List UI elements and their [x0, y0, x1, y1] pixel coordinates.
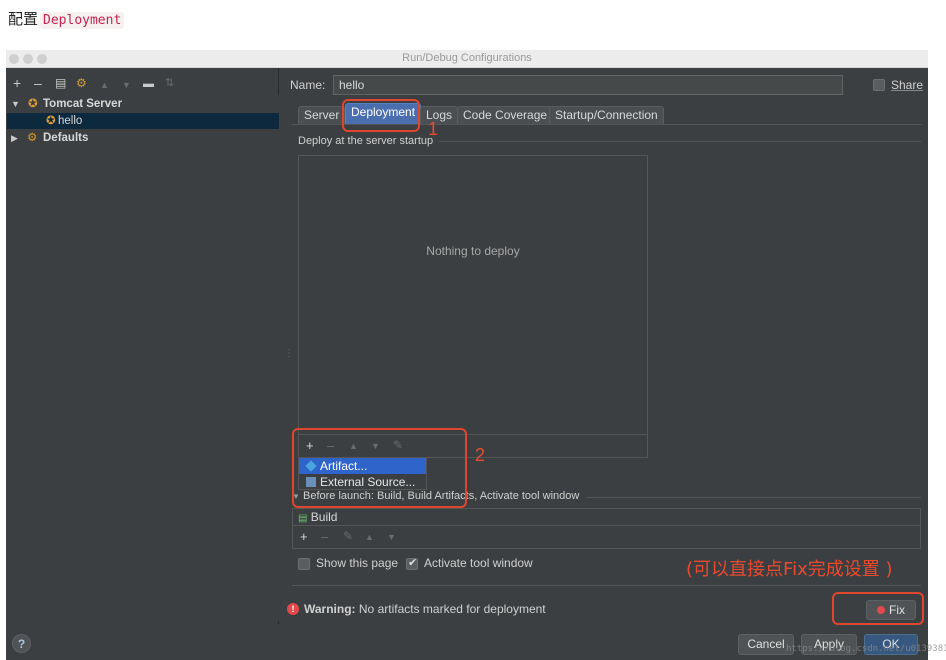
wrench-icon: ⚙: [27, 132, 38, 144]
window-titlebar: Run/Debug Configurations: [6, 50, 928, 68]
wrench-icon[interactable]: ⚙: [76, 76, 87, 90]
move-up-icon[interactable]: ▲: [365, 532, 374, 542]
doc-heading-code: Deployment: [40, 12, 125, 29]
warning-message: Warning: No artifacts marked for deploym…: [304, 602, 546, 616]
move-down-icon[interactable]: ▼: [387, 532, 396, 542]
divider: [292, 585, 921, 586]
sort-icon[interactable]: ⇅: [165, 76, 174, 90]
annotation-number-2: 2: [475, 445, 486, 465]
show-page-label: Show this page: [316, 556, 399, 570]
annotation-box-deployment-tab: [342, 99, 420, 132]
tomcat-icon: ✪: [28, 98, 38, 110]
tomcat-icon: ✪: [46, 115, 56, 127]
name-field[interactable]: hello: [333, 75, 843, 95]
before-launch-toolbar: + – ✎ ▲ ▼: [292, 526, 921, 549]
move-down-icon[interactable]: ▼: [122, 78, 131, 92]
activate-tool-window-label: Activate tool window: [424, 556, 533, 570]
share-checkbox[interactable]: [873, 79, 885, 91]
add-icon[interactable]: +: [13, 76, 21, 90]
tree-item-label: Defaults: [43, 132, 89, 144]
watermark: https://blog.csdn.net/u013938195: [786, 644, 946, 654]
warning-text: No artifacts marked for deployment: [358, 602, 546, 616]
copy-icon[interactable]: ▤: [55, 76, 66, 90]
splitter-handle[interactable]: ⋮: [284, 348, 294, 359]
annotation-note: (可以直接点Fix完成设置 ): [686, 559, 893, 580]
tree-item-label: Tomcat Server: [43, 98, 123, 110]
remove-icon[interactable]: –: [34, 76, 42, 90]
divider: [439, 141, 921, 142]
configurations-panel: + – ▤ ⚙ ▲ ▼ ▬ ⇅ ▼ ✪ Tomcat Server ✪ hell…: [6, 68, 279, 624]
deploy-empty-text: Nothing to deploy: [426, 244, 520, 258]
deploy-list[interactable]: [298, 155, 648, 435]
annotation-number-1: 1: [428, 119, 439, 139]
tab-code-coverage[interactable]: Code Coverage: [457, 106, 554, 125]
divider: [586, 497, 921, 498]
annotation-box-fix-button: [832, 592, 924, 625]
deploy-caption: Deploy at the server startup: [298, 135, 434, 147]
remove-icon[interactable]: –: [321, 529, 328, 544]
move-up-icon[interactable]: ▲: [100, 78, 109, 92]
before-launch-list[interactable]: ▤ Build: [292, 508, 921, 526]
tree-item-hello[interactable]: ✪ hello: [7, 113, 279, 129]
warning-icon: !: [287, 603, 299, 615]
tree-item-defaults[interactable]: ▶ ⚙ Defaults: [7, 130, 279, 146]
tree-item-label: hello: [58, 115, 83, 127]
window-title: Run/Debug Configurations: [402, 52, 532, 64]
expand-arrow-icon[interactable]: ▼: [11, 96, 20, 112]
edit-icon[interactable]: ✎: [343, 529, 353, 543]
configurations-tree: ▼ ✪ Tomcat Server ✪ hello ▶ ⚙ Defaults: [7, 95, 279, 621]
doc-heading: 配置 Deployment: [8, 8, 125, 29]
share-label: Share: [891, 78, 924, 92]
folder-icon[interactable]: ▬: [143, 77, 154, 91]
annotation-box-add-menu: [292, 428, 467, 508]
build-item: Build: [310, 510, 338, 524]
activate-tool-window-checkbox[interactable]: [406, 556, 418, 570]
collapse-arrow-icon[interactable]: ▶: [11, 130, 18, 146]
help-button[interactable]: ?: [12, 634, 31, 653]
name-label: Name:: [290, 78, 326, 92]
tab-server[interactable]: Server: [298, 106, 346, 125]
add-icon[interactable]: +: [300, 529, 308, 544]
warning-bold: Warning:: [304, 602, 356, 616]
build-icon: ▤: [298, 513, 308, 524]
tab-startup-connection[interactable]: Startup/Connection: [549, 106, 664, 125]
doc-heading-prefix: 配置: [8, 10, 39, 28]
tab-logs[interactable]: Logs: [420, 106, 459, 125]
tree-item-tomcat-server[interactable]: ▼ ✪ Tomcat Server: [7, 96, 279, 112]
show-page-checkbox[interactable]: [298, 558, 310, 570]
